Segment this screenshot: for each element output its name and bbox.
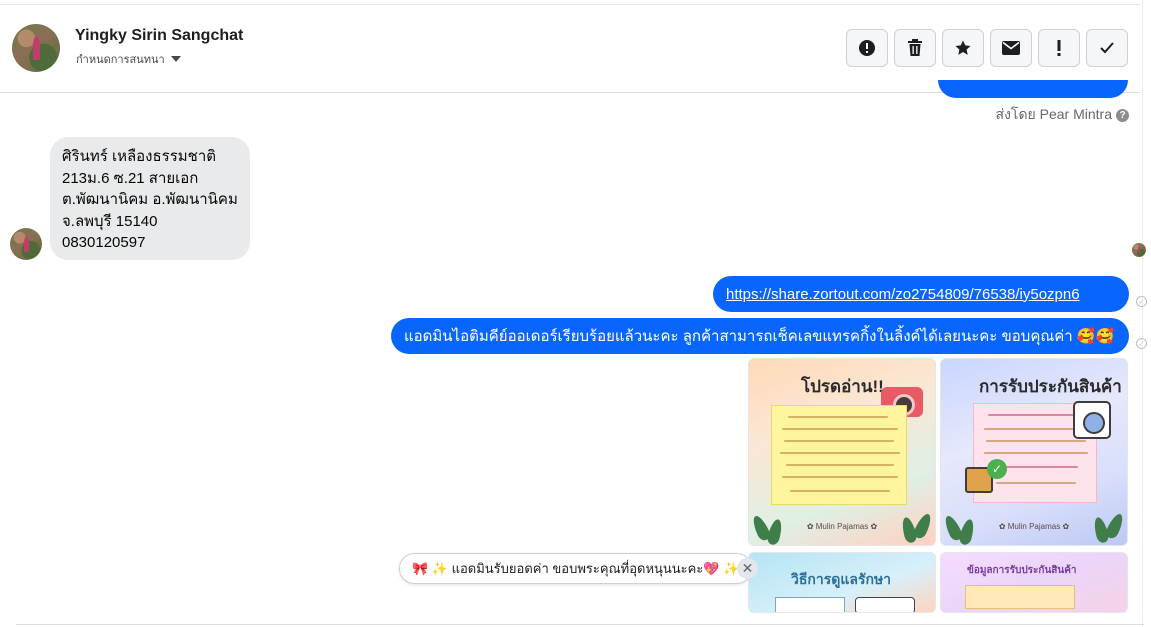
contact-name[interactable]: Yingky Sirin Sangchat	[75, 27, 243, 45]
exclamation-icon	[1057, 40, 1061, 56]
report-icon	[859, 40, 875, 56]
address-line: ศิรินทร์ เหลืองธรรมชาติ	[62, 148, 216, 165]
address-line: ต.พัฒนานิคม อ.พัฒนานิคม	[62, 191, 238, 208]
mark-unread-button[interactable]	[990, 29, 1032, 67]
tracking-link[interactable]: https://share.zortout.com/zo2754809/7653…	[726, 286, 1080, 303]
report-button[interactable]	[846, 29, 888, 67]
inbox-conversation: Yingky Sirin Sangchat กำหนดการสนทนา ส่งโ…	[0, 0, 1151, 627]
sent-by-text: ส่งโดย Pear Mintra	[995, 106, 1112, 122]
contact-avatar[interactable]	[12, 24, 60, 72]
mark-spam-button[interactable]	[1038, 29, 1080, 67]
note-paper	[775, 597, 845, 612]
address-line: 0830120597	[62, 234, 146, 251]
outgoing-message-bubble[interactable]: แอดมินไอติมคีย์ออเดอร์เรียบร้อยแล้วนะคะ …	[391, 318, 1129, 354]
delivered-icon: ✓	[1136, 338, 1147, 349]
card-title: การรับประกันสินค้า	[979, 377, 1122, 396]
image-card-warranty-info[interactable]: ข้อมูลการรับประกันสินค้า	[940, 552, 1128, 613]
note-paper	[855, 597, 915, 612]
check-circle-icon: ✓	[987, 459, 1007, 479]
close-icon[interactable]: ✕	[737, 558, 758, 579]
card-title: ข้อมูลการรับประกันสินค้า	[967, 565, 1077, 576]
card-title: วิธีการดูแลรักษา	[791, 571, 892, 587]
checkmark-icon	[1100, 42, 1114, 54]
address-line: จ.ลพบุรี 15140	[62, 212, 158, 230]
quick-reply-suggestion[interactable]: 🎀 ✨ แอดมินรับยอดค่า ขอบพระคุณที่อุดหนุนน…	[399, 553, 753, 584]
brand-label: ✿ Mulin Pajamas ✿	[998, 522, 1070, 531]
conversation-settings-label: กำหนดการสนทนา	[76, 54, 165, 66]
help-icon[interactable]: ?	[1116, 108, 1129, 122]
note-paper	[771, 405, 907, 505]
brand-label: ✿ Mulin Pajamas ✿	[806, 522, 878, 531]
image-card-care-guide[interactable]: วิธีการดูแลรักษา	[748, 552, 936, 613]
image-card-read-notice[interactable]: โปรดอ่าน!! ✿ Mulin Pajamas ✿	[748, 358, 936, 546]
delete-button[interactable]	[894, 29, 936, 67]
read-receipt-avatar	[1132, 243, 1146, 257]
conversation-toolbar	[846, 29, 1128, 67]
previous-outgoing-bubble	[938, 80, 1128, 98]
incoming-avatar[interactable]	[10, 228, 42, 260]
right-divider	[1142, 0, 1143, 627]
image-card-warranty[interactable]: การรับประกันสินค้า ✓ ✿ Mulin Pajamas ✿	[940, 358, 1128, 546]
card-title: โปรดอ่าน!!	[801, 377, 884, 396]
star-icon	[955, 40, 971, 55]
washing-machine-icon	[1073, 401, 1111, 439]
trash-icon	[908, 39, 922, 56]
envelope-icon	[1002, 41, 1020, 55]
star-button[interactable]	[942, 29, 984, 67]
mark-done-button[interactable]	[1086, 29, 1128, 67]
incoming-message-bubble[interactable]: ศิรินทร์ เหลืองธรรมชาติ 213ม.6 ซ.21 สายเ…	[50, 137, 250, 260]
note-paper	[965, 585, 1075, 609]
address-line: 213ม.6 ซ.21 สายเอก	[62, 169, 199, 187]
caret-down-icon	[170, 56, 181, 62]
outgoing-link-bubble[interactable]: https://share.zortout.com/zo2754809/7653…	[713, 276, 1129, 312]
sent-by-label: ส่งโดย Pear Mintra ?	[996, 104, 1129, 126]
conversation-settings-dropdown[interactable]: กำหนดการสนทนา	[76, 50, 181, 68]
delivered-icon: ✓	[1136, 296, 1147, 307]
